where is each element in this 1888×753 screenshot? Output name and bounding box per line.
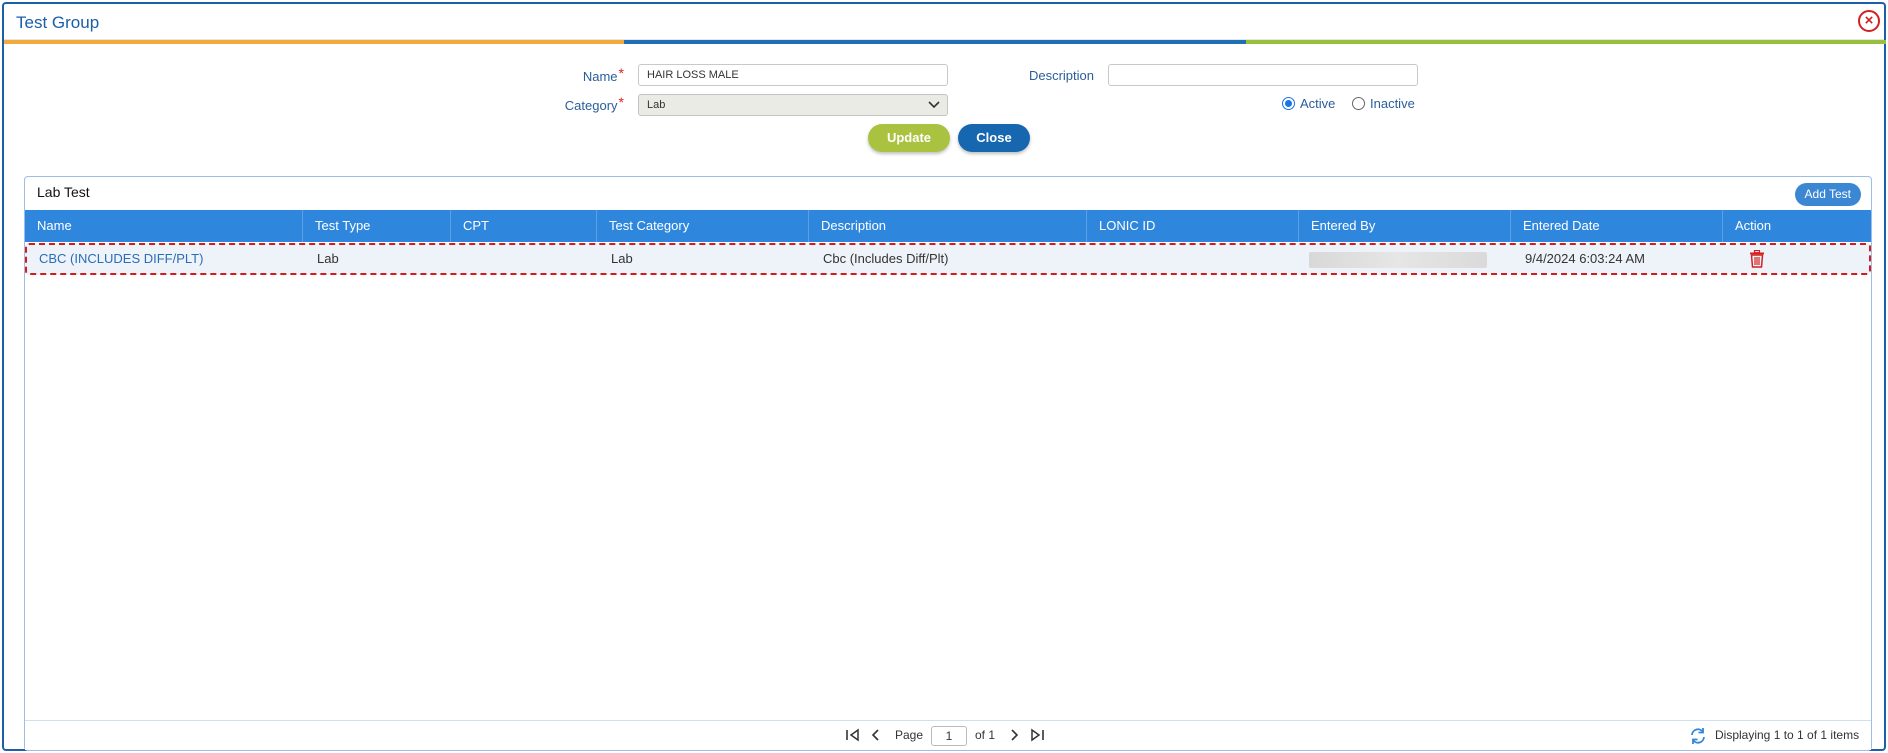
color-stripe-green — [1246, 40, 1886, 44]
column-header-action: Action — [1735, 218, 1772, 233]
lab-test-title: Lab Test — [37, 184, 90, 200]
category-label-text: Category — [564, 98, 618, 113]
description-field[interactable] — [1108, 64, 1418, 86]
chevron-down-icon — [928, 101, 940, 109]
radio-button[interactable] — [1352, 97, 1365, 110]
page-label: Page — [895, 728, 924, 742]
column-header-entered-date[interactable]: Entered Date — [1511, 210, 1723, 242]
first-page-icon[interactable] — [845, 728, 861, 742]
column-header-description[interactable]: Description — [809, 210, 1087, 242]
column-header-test-type[interactable]: Test Type — [303, 210, 451, 242]
prev-page-icon[interactable] — [869, 728, 881, 742]
cell-lonic-id — [1089, 245, 1101, 273]
description-label: Description — [1028, 68, 1094, 83]
radio-active[interactable]: Active — [1282, 96, 1335, 111]
lab-test-panel: Lab Test Add Test Name Test Type CPT Tes… — [24, 176, 1872, 751]
column-header-test-category[interactable]: Test Category — [597, 210, 809, 242]
radio-inactive-label: Inactive — [1370, 96, 1415, 111]
close-button[interactable]: Close — [958, 124, 1030, 152]
pager-summary: Displaying 1 to 1 of 1 items — [1715, 728, 1860, 742]
column-header-cpt[interactable]: CPT — [451, 210, 597, 242]
cell-entered-date: 9/4/2024 6:03:24 AM — [1525, 251, 1645, 266]
category-select-value: Lab — [647, 99, 666, 111]
category-label: Category* — [524, 94, 624, 113]
radio-inactive[interactable]: Inactive — [1352, 96, 1415, 111]
cell-cpt — [453, 245, 465, 273]
next-page-icon[interactable] — [1009, 728, 1021, 742]
trash-icon[interactable] — [1749, 250, 1765, 268]
radio-button[interactable] — [1282, 97, 1295, 110]
category-select[interactable]: Lab — [638, 94, 948, 116]
color-stripe-blue — [624, 40, 1246, 44]
add-test-button[interactable]: Add Test — [1794, 183, 1861, 206]
grid-header: Name Test Type CPT Test Category Descrip… — [25, 210, 1871, 242]
title-bar: Test Group × — [4, 4, 1884, 40]
update-button[interactable]: Update — [868, 124, 950, 152]
cell-test-type: Lab — [317, 251, 339, 266]
close-circle-icon[interactable]: × — [1858, 10, 1880, 32]
table-row[interactable]: CBC (INCLUDES DIFF/PLT) Lab Lab Cbc (Inc… — [25, 243, 1871, 275]
cell-description: Cbc (Includes Diff/Plt) — [823, 251, 949, 266]
cell-test-category: Lab — [611, 251, 633, 266]
cell-name[interactable]: CBC (INCLUDES DIFF/PLT) — [27, 245, 203, 273]
test-group-dialog: Test Group × Name* HAIR LOSS MALE Descri… — [2, 2, 1886, 751]
page-count: of 1 — [975, 728, 996, 742]
last-page-icon[interactable] — [1029, 728, 1045, 742]
required-marker: * — [618, 65, 624, 81]
required-marker: * — [618, 94, 624, 110]
column-header-name[interactable]: Name — [25, 210, 303, 242]
color-stripe-orange — [4, 40, 624, 44]
name-label: Name* — [524, 65, 624, 84]
cell-entered-by-redacted — [1309, 252, 1487, 268]
name-label-text: Name — [582, 69, 618, 84]
pager: Page 1 of 1 Displaying 1 to 1 of 1 items — [25, 720, 1871, 750]
refresh-icon[interactable] — [1689, 727, 1707, 745]
column-header-lonic-id[interactable]: LONIC ID — [1087, 210, 1299, 242]
name-field[interactable]: HAIR LOSS MALE — [638, 64, 948, 86]
page-number-input[interactable]: 1 — [931, 726, 967, 746]
radio-active-label: Active — [1300, 96, 1336, 111]
column-header-entered-by[interactable]: Entered By — [1299, 210, 1511, 242]
dialog-title: Test Group — [16, 13, 100, 32]
